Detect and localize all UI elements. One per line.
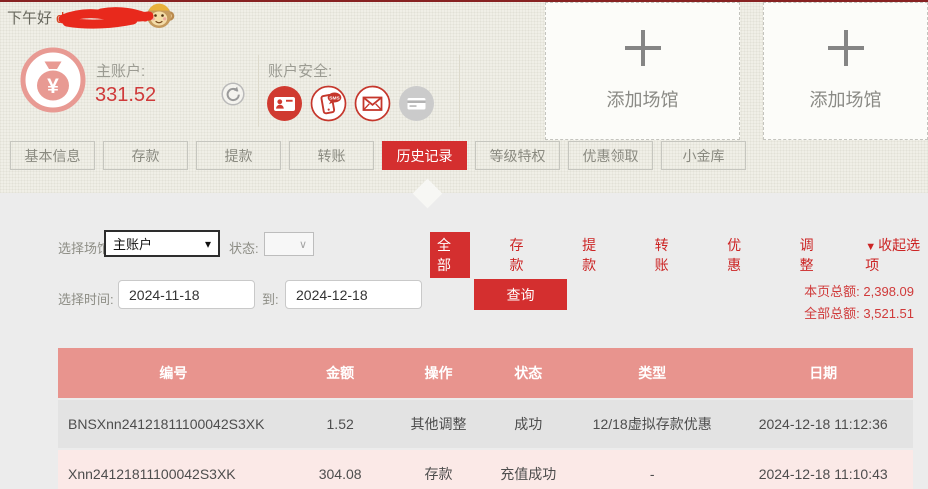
status-select[interactable]: ∨ [264, 232, 314, 256]
add-venue-label: 添加场馆 [607, 86, 679, 112]
plus-icon [828, 30, 864, 66]
type-tab-adjust[interactable]: 调整 [793, 232, 833, 278]
account-page: 下午好d ¥ 主账户: 331.52 账户安全: [0, 0, 928, 489]
cell-id: BNSXnn24121811100042S3XK [58, 416, 289, 432]
money-bag-icon: ¥ [20, 47, 86, 113]
table-row: BNSXnn24121811100042S3XK 1.52 其他调整 成功 12… [58, 400, 913, 448]
redaction-scribble [55, 6, 157, 30]
to-label: 到: [262, 289, 279, 308]
add-venue-card[interactable]: 添加场馆 [545, 2, 740, 140]
cell-status: 成功 [485, 414, 571, 434]
type-tab-deposit[interactable]: 存款 [503, 232, 543, 278]
col-header-amount: 金额 [289, 363, 392, 383]
cell-status: 充值成功 [485, 464, 571, 484]
cell-amount: 1.52 [289, 416, 392, 432]
table-row: Xnn24121811100042S3XK 304.08 存款 充值成功 - 2… [58, 450, 913, 489]
divider [459, 55, 460, 127]
tab-basic-info[interactable]: 基本信息 [10, 141, 95, 170]
status-select-label: 状态: [229, 238, 259, 257]
type-tab-withdraw[interactable]: 提款 [575, 232, 615, 278]
col-header-id: 编号 [58, 363, 289, 383]
type-filter-tabs: 全部 存款 提款 转账 优惠 调整 ▼收起选项 [430, 232, 928, 278]
svg-text:SMS: SMS [329, 95, 340, 101]
id-card-icon[interactable] [266, 85, 303, 122]
chevron-down-icon: ∨ [299, 238, 307, 251]
tab-withdraw[interactable]: 提款 [196, 141, 281, 170]
type-tab-transfer[interactable]: 转账 [648, 232, 688, 278]
date-from-input[interactable] [118, 280, 255, 309]
bank-card-icon[interactable] [398, 85, 435, 122]
table-header-row: 编号 金额 操作 状态 类型 日期 [58, 348, 913, 398]
col-header-operation: 操作 [391, 363, 485, 383]
col-header-type: 类型 [571, 363, 733, 383]
main-account-label: 主账户: [96, 60, 145, 81]
cell-id: Xnn24121811100042S3XK [58, 466, 289, 482]
totals-summary: 本页总额: 2,398.09 全部总额: 3,521.51 [804, 281, 914, 325]
refresh-balance-icon[interactable] [221, 82, 245, 106]
add-venue-card[interactable]: 添加场馆 [763, 2, 928, 140]
tab-deposit[interactable]: 存款 [103, 141, 188, 170]
account-security-label: 账户安全: [268, 60, 332, 81]
col-header-status: 状态 [485, 363, 571, 383]
email-icon[interactable] [354, 85, 391, 122]
add-venue-label: 添加场馆 [810, 86, 882, 112]
nav-tabs: 基本信息 存款 提款 转账 历史记录 等级特权 优惠领取 小金库 [10, 141, 746, 170]
tab-history[interactable]: 历史记录 [382, 141, 467, 170]
phone-sms-icon[interactable]: SMS [310, 85, 347, 122]
cell-date: 2024-12-18 11:10:43 [733, 466, 913, 482]
type-tab-all[interactable]: 全部 [430, 232, 470, 278]
tab-vault[interactable]: 小金库 [661, 141, 746, 170]
cell-amount: 304.08 [289, 466, 392, 482]
cell-type: - [571, 466, 733, 482]
cell-type: 12/18虚拟存款优惠 [571, 414, 733, 434]
venue-select[interactable]: 主账户 ▾ [104, 230, 220, 257]
divider [258, 55, 259, 127]
time-range-label: 选择时间: [58, 289, 114, 308]
history-table: 编号 金额 操作 状态 类型 日期 BNSXnn24121811100042S3… [58, 348, 913, 489]
cell-date: 2024-12-18 11:12:36 [733, 416, 913, 432]
date-to-input[interactable] [285, 280, 422, 309]
search-button[interactable]: 查询 [474, 279, 567, 310]
chevron-down-icon: ▾ [205, 237, 211, 251]
cell-operation: 其他调整 [391, 414, 485, 434]
collapse-options-toggle[interactable]: ▼收起选项 [865, 235, 928, 275]
account-balance: 331.52 [95, 84, 156, 107]
venue-select-value: 主账户 [113, 234, 152, 253]
tab-promo-claim[interactable]: 优惠领取 [568, 141, 653, 170]
col-header-date: 日期 [733, 363, 913, 383]
tab-transfer[interactable]: 转账 [289, 141, 374, 170]
page-total: 本页总额: 2,398.09 [804, 281, 914, 303]
cell-operation: 存款 [391, 464, 485, 484]
security-icons: SMS [266, 85, 435, 122]
triangle-down-icon: ▼ [865, 241, 876, 253]
type-tab-promo[interactable]: 优惠 [720, 232, 760, 278]
svg-text:¥: ¥ [47, 75, 59, 98]
all-total: 全部总额: 3,521.51 [804, 303, 914, 325]
tab-vip-privilege[interactable]: 等级特权 [475, 141, 560, 170]
plus-icon [625, 30, 661, 66]
